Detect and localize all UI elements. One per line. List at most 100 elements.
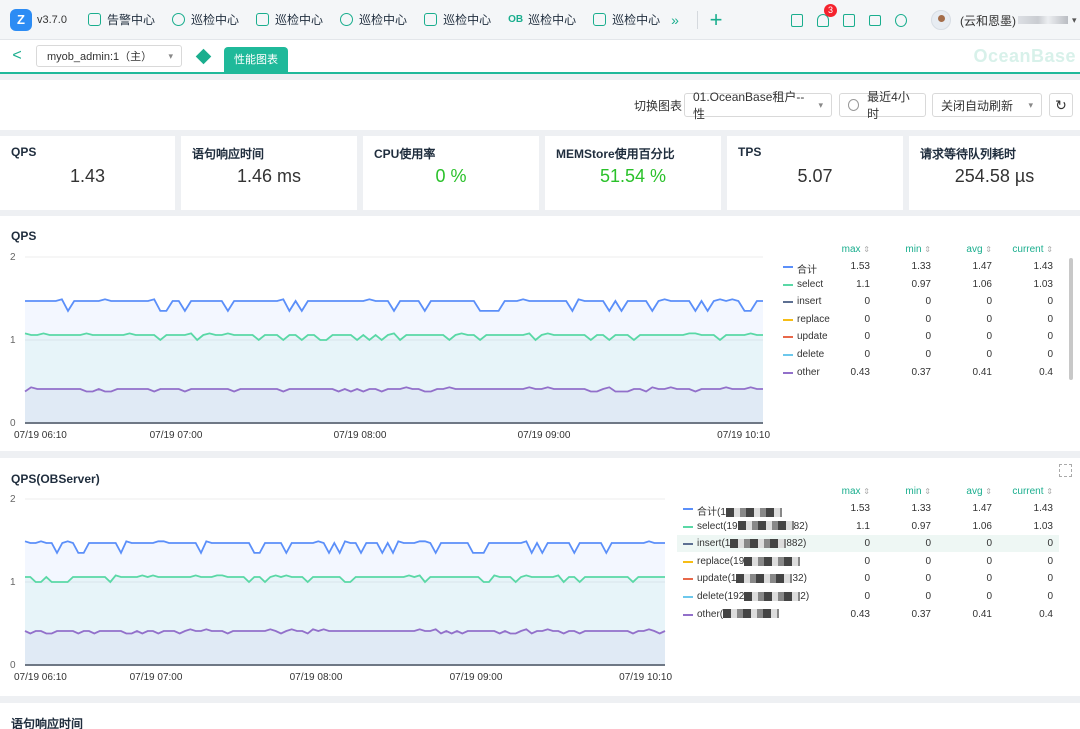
legend-row[interactable]: select(19 82) 1.1 0.97 1.06 1.03 [677, 518, 1059, 535]
sort-icon: ⇕ [1046, 245, 1053, 254]
x-tick-label: 07/19 09:00 [518, 430, 571, 441]
legend-row[interactable]: delete 0 0 0 0 [777, 346, 1059, 363]
legend-series-suffix: 882) [786, 538, 807, 550]
legend-value-avg: 0 [986, 349, 992, 360]
chevron-down-icon: ▾ [818, 99, 823, 110]
legend-row[interactable]: update(1 32) 0 0 0 0 [677, 570, 1059, 587]
stat-card[interactable]: QPS 1.43 [0, 136, 175, 210]
legend-scrollbar[interactable] [1069, 258, 1073, 380]
expand-icon[interactable] [1059, 464, 1072, 477]
nav-item-3[interactable]: 巡检中心 [332, 0, 416, 40]
legend-value-max: 1.53 [850, 261, 870, 272]
brand-watermark: OceanBase [973, 46, 1076, 66]
auto-refresh-select[interactable]: 关闭自动刷新 ▾ [932, 93, 1042, 117]
legend-row[interactable]: other 0.43 0.37 0.41 0.4 [777, 364, 1059, 381]
app-logo[interactable]: Z v3.7.0 [10, 8, 80, 31]
qps-observer-panel: QPS(OBServer) 0 1 2 07/19 06:10 07/19 07:00 0… [0, 458, 1080, 696]
sort-icon: ⇕ [985, 487, 992, 496]
time-range-select[interactable]: 最近4小时 [839, 90, 926, 121]
legend-sort-min[interactable]: min ⇕ [871, 244, 931, 255]
legend-value-avg: 0 [986, 296, 992, 308]
monitor-icon[interactable] [862, 0, 888, 40]
legend-value-avg: 1.06 [972, 520, 992, 532]
legend-sort-avg[interactable]: avg ⇕ [932, 244, 992, 255]
legend-value-max: 0.43 [850, 608, 870, 620]
legend-sort-min[interactable]: min ⇕ [871, 486, 931, 497]
legend-value-max: 0 [864, 313, 870, 325]
qps-observer-chart[interactable]: 0 1 2 07/19 06:10 07/19 07:00 07/19 08:00 07/1… [0, 458, 680, 696]
legend-sort-avg[interactable]: avg ⇕ [932, 486, 992, 497]
stat-card-value: 0 % [435, 166, 467, 186]
legend-value-avg: 0 [986, 555, 992, 567]
y-tick-label: 0 [10, 660, 16, 671]
add-icon[interactable]: + [704, 8, 728, 30]
refresh-icon: ↻ [1055, 96, 1067, 113]
stat-card[interactable]: TPS 5.07 [727, 136, 903, 210]
legend-sort-current[interactable]: current ⇕ [993, 486, 1053, 497]
logo-icon: Z [10, 8, 32, 31]
legend-value-min: 0.97 [911, 520, 931, 532]
y-tick-label: 1 [10, 335, 16, 346]
switch-chart-label: 切换图表 [634, 99, 683, 113]
legend-value-avg: 1.47 [972, 261, 992, 272]
tab-performance-charts[interactable]: 性能图表 [224, 47, 288, 73]
legend-name-wrap: 合计(1 [697, 503, 827, 518]
back-icon[interactable]: < [0, 47, 34, 65]
redacted-ip [736, 574, 793, 584]
legend-row[interactable]: update 0 0 0 0 [777, 328, 1059, 345]
nav-item-4[interactable]: 巡检中心 [416, 0, 500, 40]
nav-item-5[interactable]: OB 巡检中心 [500, 0, 585, 40]
chart-select[interactable]: 01.OceanBase租户--性 ▾ [684, 90, 832, 121]
nav-item-label: 告警中心 [107, 13, 156, 27]
legend-row[interactable]: 合计(1 1.53 1.33 1.47 1.43 [677, 500, 1059, 518]
legend-value-min: 0 [925, 573, 931, 585]
legend-row[interactable]: insert(1 882) 0 0 0 0 [677, 535, 1059, 553]
tenant-select[interactable]: myob_admin:1（主） ▾ [36, 45, 182, 67]
legend-row[interactable]: 合计 1.53 1.33 1.47 1.43 [777, 258, 1059, 276]
stat-card[interactable]: MEMStore使用百分比 51.54 % [545, 136, 721, 210]
nav-item-6[interactable]: 巡检中心 [585, 0, 669, 40]
inspect-icon [256, 13, 270, 26]
stat-card-value: 1.46 ms [236, 166, 302, 186]
legend-sort-max[interactable]: max ⇕ [810, 244, 870, 255]
topology-icon[interactable] [182, 48, 224, 64]
stat-card-title: 语句响应时间 [192, 147, 265, 161]
x-tick-label: 07/19 06:10 [14, 672, 67, 683]
redacted-ip [744, 556, 801, 566]
legend-row[interactable]: insert 0 0 0 0 [777, 293, 1059, 310]
nav-divider [697, 10, 699, 29]
nav-item-2[interactable]: 巡检中心 [248, 0, 332, 40]
nav-item-1[interactable]: 巡检中心 [164, 0, 248, 40]
legend-column-header: avg [966, 244, 983, 255]
gear-icon[interactable] [888, 0, 914, 40]
legend-row[interactable]: delete(192 2) 0 0 0 0 [677, 588, 1059, 605]
nav-more-icon[interactable]: » [671, 12, 693, 28]
legend-column-header: current [1012, 244, 1044, 255]
stat-card[interactable]: 语句响应时间 1.46 ms [181, 136, 357, 210]
stat-card-title: MEMStore使用百分比 [556, 147, 675, 161]
stat-card[interactable]: 请求等待队列耗时 254.58 µs [909, 136, 1080, 210]
legend-name-wrap: other( [697, 609, 827, 620]
legend-row[interactable]: select 1.1 0.97 1.06 1.03 [777, 276, 1059, 293]
nav-item-0[interactable]: 告警中心 [80, 0, 164, 40]
legend-series-name: select(19 [697, 520, 738, 532]
legend-row[interactable]: replace 0 0 0 0 [777, 311, 1059, 328]
notification-icon[interactable]: 3 [810, 0, 837, 40]
clipboard-icon[interactable] [836, 0, 862, 40]
legend-value-max: 0 [864, 349, 870, 360]
qps-chart[interactable]: 0 1 2 07/19 06:10 07/19 07:00 07/19 08:00 07/1… [0, 216, 780, 451]
refresh-button[interactable]: ↻ [1049, 93, 1073, 117]
legend-name-wrap: update(1 32) [697, 573, 827, 584]
document-icon[interactable] [784, 0, 810, 40]
legend-value-min: 1.33 [911, 261, 931, 272]
stat-card-value: 51.54 % [599, 166, 667, 186]
legend-row[interactable]: other(0.43 0.37 0.41 0.4 [677, 606, 1059, 623]
legend-value-current: 1.43 [1033, 261, 1053, 272]
user-menu[interactable]: (云和恩墨) ▾ [931, 0, 1077, 40]
legend-sort-max[interactable]: max ⇕ [810, 486, 870, 497]
legend-swatch [683, 508, 693, 510]
legend-row[interactable]: replace(19 0 0 0 0 [677, 553, 1059, 570]
stat-card[interactable]: CPU使用率 0 % [363, 136, 539, 210]
x-tick-label: 07/19 07:00 [130, 672, 183, 683]
legend-sort-current[interactable]: current ⇕ [993, 244, 1053, 255]
